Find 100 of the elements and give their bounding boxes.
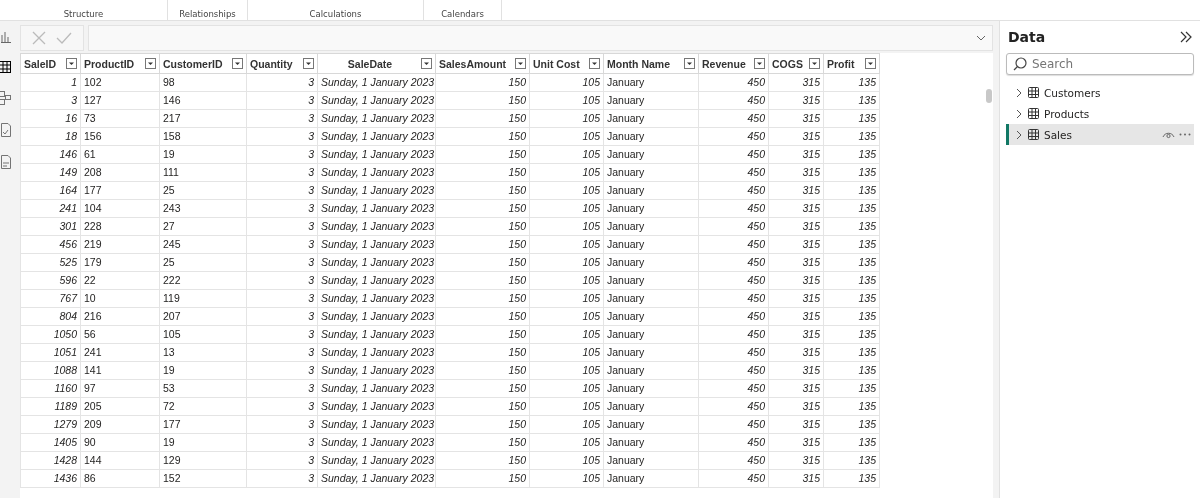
column-header[interactable]: CustomerID: [159, 53, 247, 74]
table-cell: 135: [823, 469, 880, 488]
table-cell: 450: [698, 109, 769, 128]
table-list-item[interactable]: Customers: [1006, 82, 1194, 103]
table-cell: 315: [768, 163, 824, 182]
table-cell: 315: [768, 109, 824, 128]
table-cell: 27: [159, 217, 247, 236]
table-cell: 105: [529, 271, 604, 290]
table-cell: 119: [159, 289, 247, 308]
table-cell: 315: [768, 289, 824, 308]
table-cell: 150: [435, 91, 530, 110]
table-cell: 105: [529, 397, 604, 416]
table-cell: 150: [435, 343, 530, 362]
table-cell: 1405: [20, 433, 81, 452]
table-cell: 135: [823, 415, 880, 434]
column-header[interactable]: Unit Cost: [529, 53, 604, 74]
filter-dropdown-icon[interactable]: [66, 58, 77, 69]
table-cell: 3: [246, 433, 318, 452]
table-cell: 135: [823, 253, 880, 272]
table-cell: 135: [823, 343, 880, 362]
expand-chevron-icon[interactable]: [976, 35, 986, 41]
chevron-right-icon[interactable]: [1015, 129, 1023, 140]
table-cell: 450: [698, 235, 769, 254]
filter-dropdown-icon[interactable]: [809, 58, 820, 69]
table-cell: 245: [159, 235, 247, 254]
table-cell: January: [603, 397, 699, 416]
more-options-icon[interactable]: [1179, 133, 1191, 136]
column-header[interactable]: ProductID: [80, 53, 160, 74]
table-cell: 135: [823, 217, 880, 236]
table-cell: Sunday, 1 January 2023: [317, 379, 436, 398]
table-list-item[interactable]: Products: [1006, 103, 1194, 124]
table-cell: 596: [20, 271, 81, 290]
table-cell: 241: [80, 343, 160, 362]
document-icon[interactable]: [1, 155, 11, 169]
table-cell: Sunday, 1 January 2023: [317, 397, 436, 416]
table-cell: January: [603, 325, 699, 344]
table-cell: Sunday, 1 January 2023: [317, 253, 436, 272]
table-cell: 150: [435, 127, 530, 146]
table-cell: 3: [246, 397, 318, 416]
table-list-item[interactable]: Sales: [1006, 124, 1194, 145]
scrollbar-thumb[interactable]: [986, 89, 992, 103]
query-view-icon[interactable]: [1, 123, 11, 137]
pane-title: Data: [1008, 29, 1046, 45]
column-header[interactable]: COGS: [768, 53, 824, 74]
table-cell: 177: [159, 415, 247, 434]
table-cell: 105: [529, 469, 604, 488]
table-cell: 135: [823, 451, 880, 470]
table-view-icon[interactable]: [0, 61, 11, 73]
column-header[interactable]: Profit: [823, 53, 880, 74]
table-cell: 135: [823, 109, 880, 128]
eye-icon[interactable]: [1162, 130, 1175, 139]
chevron-right-icon[interactable]: [1015, 108, 1023, 119]
table-cell: 315: [768, 73, 824, 92]
filter-dropdown-icon[interactable]: [754, 58, 765, 69]
table-cell: 315: [768, 379, 824, 398]
chevron-right-icon[interactable]: [1015, 87, 1023, 98]
table-cell: 135: [823, 307, 880, 326]
table-cell: 105: [529, 253, 604, 272]
column-header[interactable]: Revenue: [698, 53, 769, 74]
filter-dropdown-icon[interactable]: [232, 58, 243, 69]
formula-input-field[interactable]: [88, 25, 993, 51]
search-field[interactable]: Search: [1006, 53, 1194, 75]
table-cell: 315: [768, 235, 824, 254]
filter-dropdown-icon[interactable]: [589, 58, 600, 69]
column-header[interactable]: SalesAmount: [435, 53, 530, 74]
table-cell: 3: [246, 127, 318, 146]
table-cell: 315: [768, 469, 824, 488]
filter-dropdown-icon[interactable]: [303, 58, 314, 69]
table-cell: 1050: [20, 325, 81, 344]
filter-dropdown-icon[interactable]: [515, 58, 526, 69]
filter-dropdown-icon[interactable]: [145, 58, 156, 69]
table-cell: January: [603, 91, 699, 110]
check-icon[interactable]: [56, 32, 72, 44]
table-cell: Sunday, 1 January 2023: [317, 181, 436, 200]
table-cell: 450: [698, 379, 769, 398]
column-header[interactable]: Month Name: [603, 53, 699, 74]
table-cell: Sunday, 1 January 2023: [317, 109, 436, 128]
table-cell: Sunday, 1 January 2023: [317, 217, 436, 236]
table-cell: 150: [435, 181, 530, 200]
table-cell: 150: [435, 379, 530, 398]
table-cell: 450: [698, 289, 769, 308]
table-cell: 450: [698, 343, 769, 362]
collapse-pane-icon[interactable]: [1180, 31, 1192, 43]
table-cell: 150: [435, 163, 530, 182]
table-cell: 150: [435, 469, 530, 488]
bar-chart-icon[interactable]: [1, 31, 11, 43]
table-cell: 13: [159, 343, 247, 362]
filter-dropdown-icon[interactable]: [865, 58, 876, 69]
table-cell: 315: [768, 397, 824, 416]
column-header[interactable]: SaleID: [20, 53, 81, 74]
table-cell: January: [603, 289, 699, 308]
model-view-icon[interactable]: [0, 91, 11, 105]
filter-dropdown-icon[interactable]: [684, 58, 695, 69]
table-cell: 150: [435, 361, 530, 380]
filter-dropdown-icon[interactable]: [421, 58, 432, 69]
table-cell: 19: [159, 145, 247, 164]
column-header[interactable]: Quantity: [246, 53, 318, 74]
column-header[interactable]: SaleDate: [317, 53, 436, 74]
table-cell: 217: [159, 109, 247, 128]
table-cell: 129: [159, 451, 247, 470]
